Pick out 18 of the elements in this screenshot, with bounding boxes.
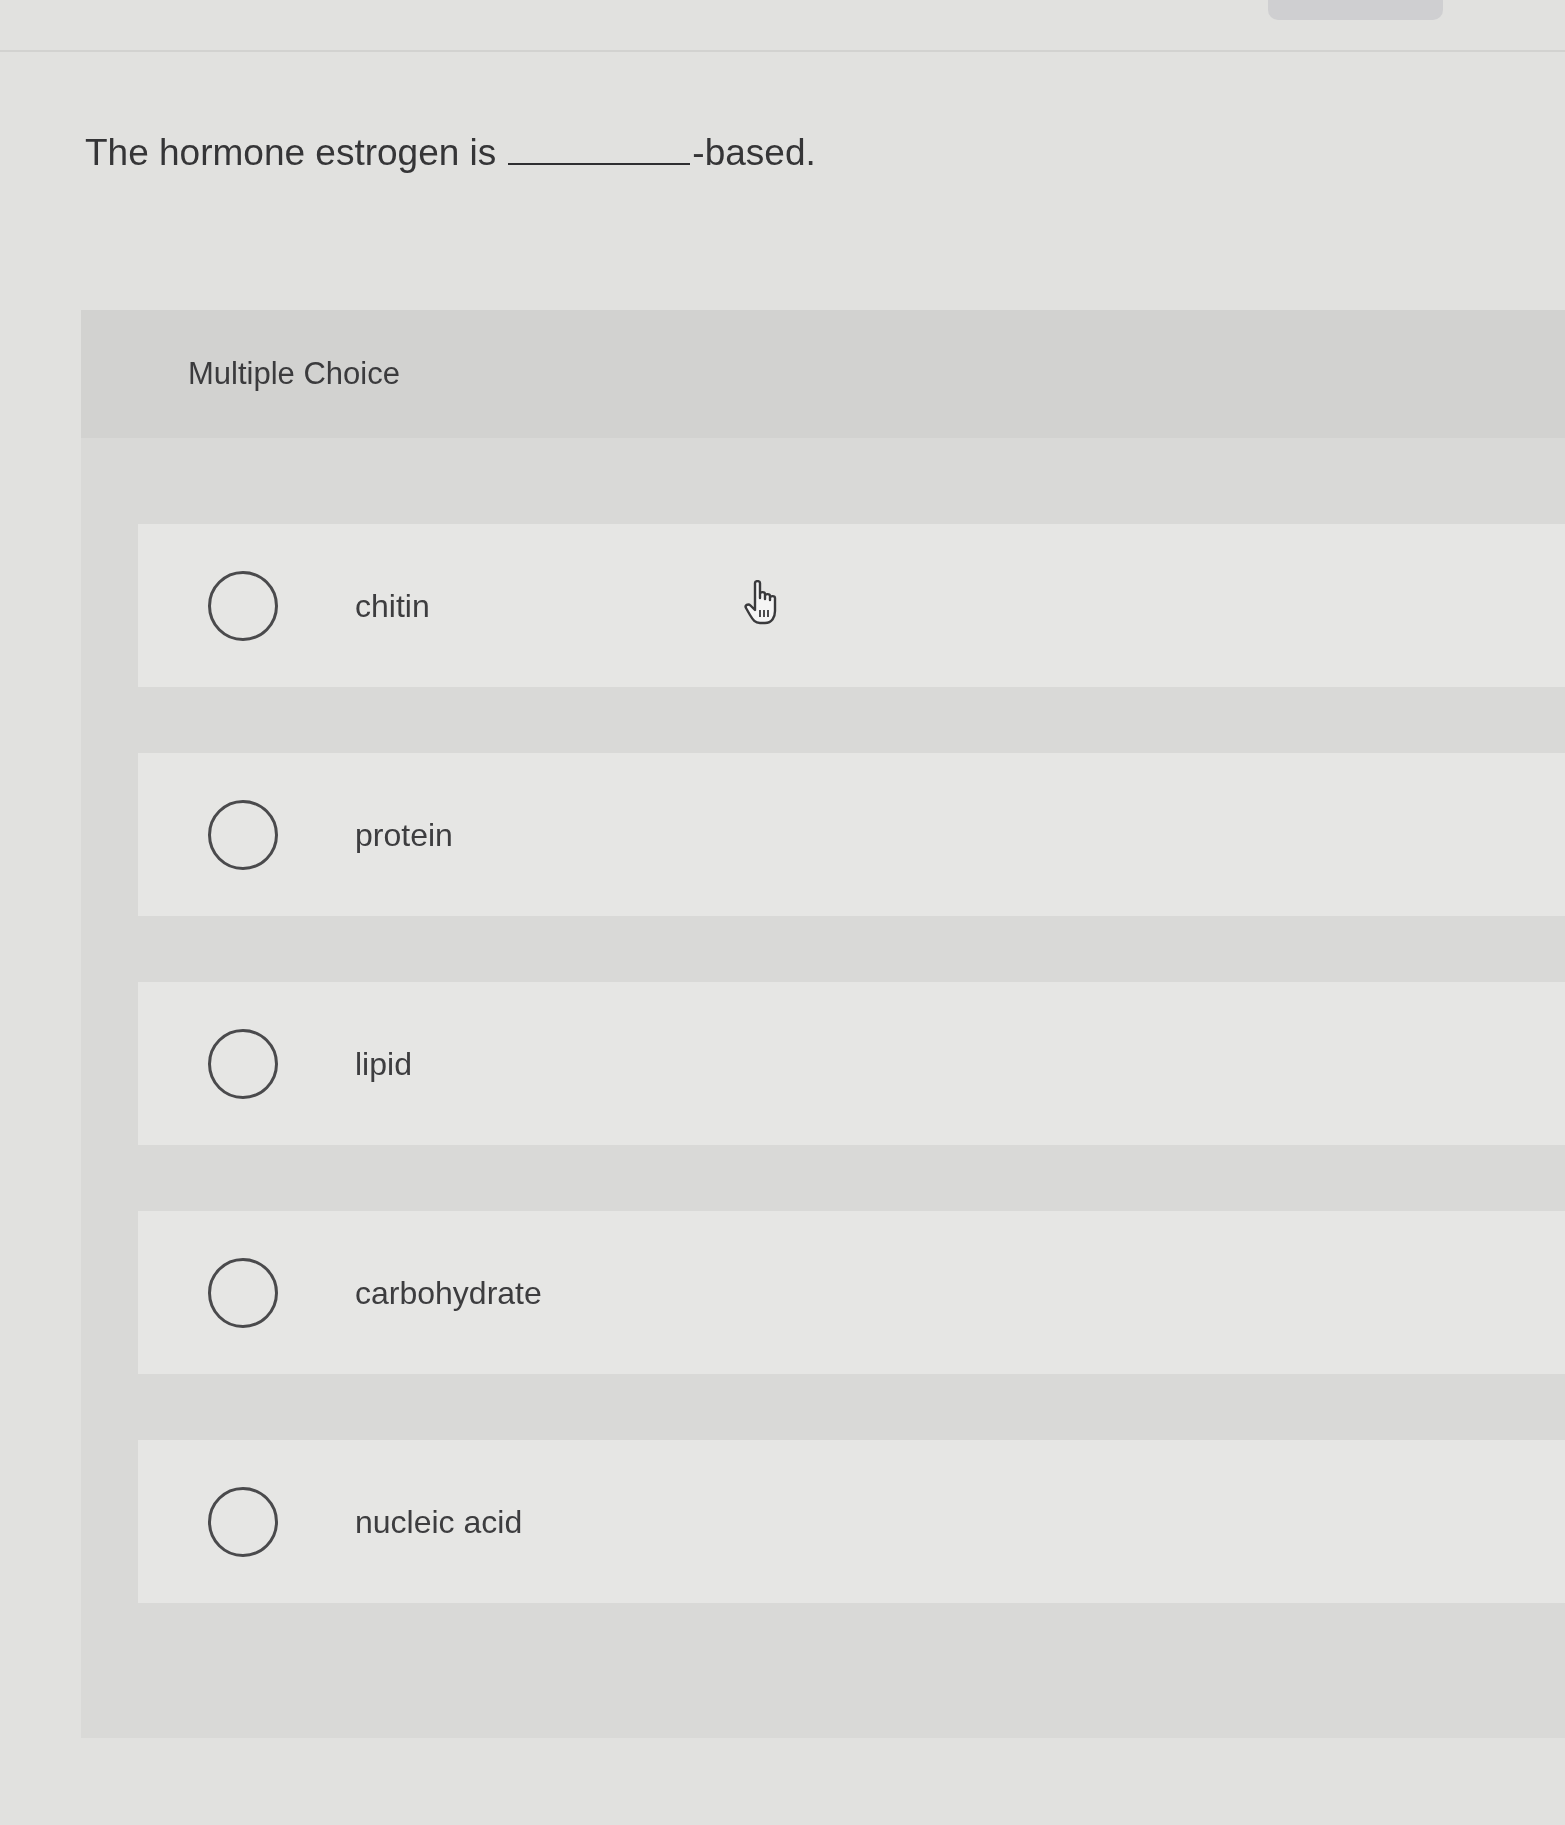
answer-option[interactable]: chitin [138,524,1565,687]
section-title: Multiple Choice [188,355,400,393]
option-label: lipid [355,1044,412,1084]
question-text: The hormone estrogen is [85,131,497,175]
radio-button[interactable] [208,1028,278,1099]
answer-option[interactable]: lipid [138,982,1565,1145]
option-label: protein [355,815,453,855]
radio-button[interactable] [208,1257,278,1328]
option-label: chitin [355,586,430,626]
radio-button[interactable] [208,1486,278,1557]
answer-option[interactable]: protein [138,753,1565,916]
option-label: nucleic acid [355,1502,523,1542]
question-text: -based. [692,131,816,175]
answer-option[interactable]: nucleic acid [138,1440,1565,1603]
answer-option[interactable]: carbohydrate [138,1211,1565,1374]
radio-button[interactable] [208,570,278,641]
option-label: carbohydrate [355,1273,542,1313]
radio-button[interactable] [208,799,278,870]
